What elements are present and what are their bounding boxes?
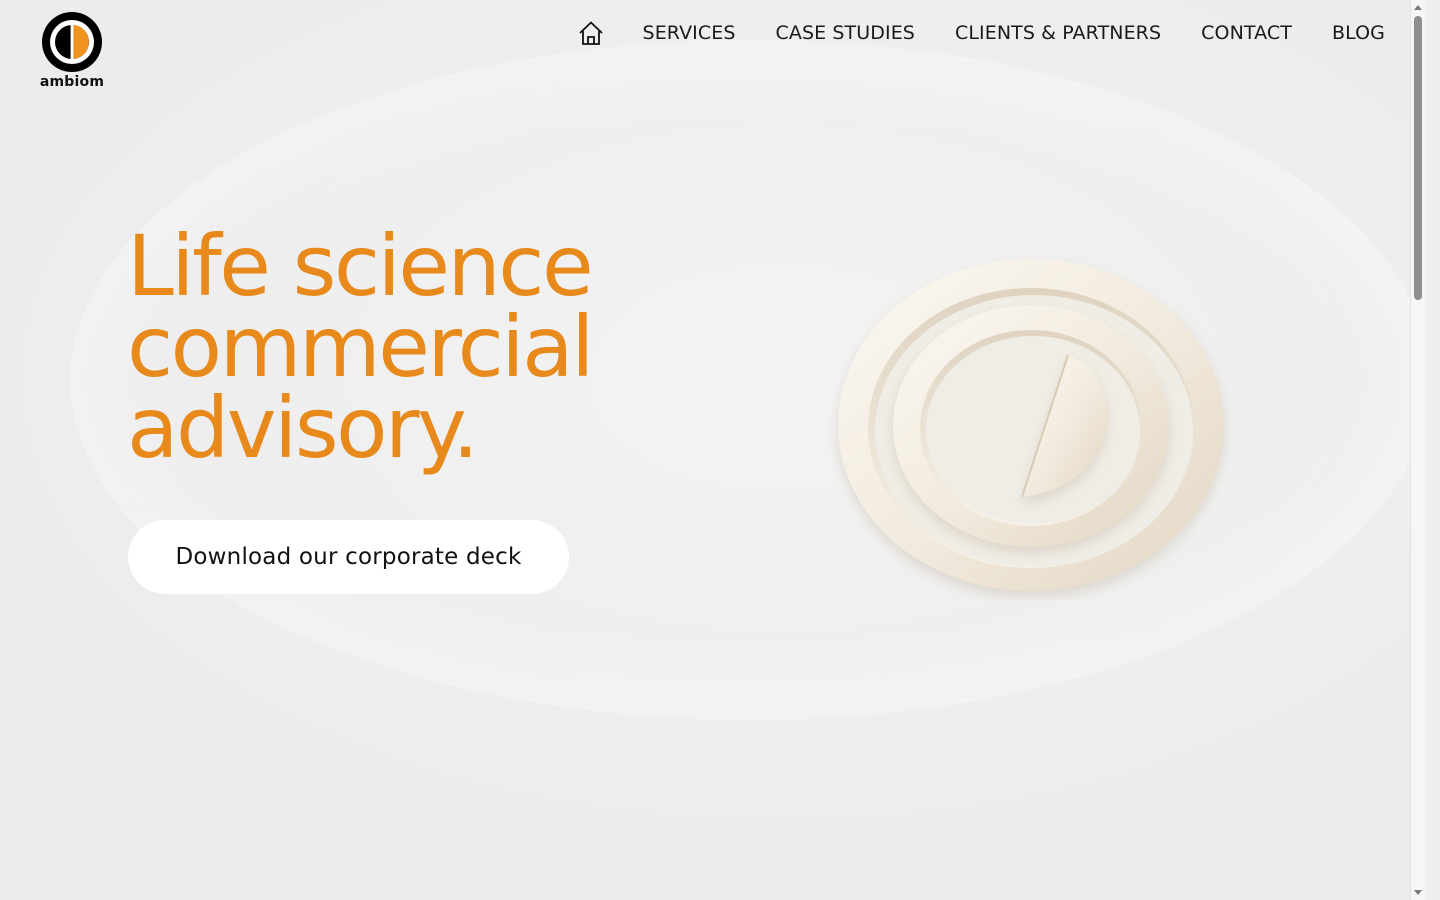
download-deck-button[interactable]: Download our corporate deck (128, 520, 569, 594)
home-icon (578, 21, 603, 45)
scroll-thumb[interactable] (1414, 16, 1422, 300)
hero-title: Life science commercial advisory. (127, 217, 594, 477)
nav-item-clients-partners[interactable]: CLIENTS & PARTNERS (955, 22, 1161, 44)
hero-title-line-1: Life science (127, 217, 594, 315)
embossed-ambiom-emblem (838, 259, 1224, 591)
scroll-down-icon[interactable] (1414, 890, 1422, 895)
nav-item-case-studies[interactable]: CASE STUDIES (776, 22, 915, 44)
nav-item-contact[interactable]: CONTACT (1201, 22, 1292, 44)
ambiom-logo[interactable]: ambiom (38, 10, 106, 90)
half-filled-circle-icon (42, 12, 102, 72)
hero-title-line-2: commercial (127, 298, 594, 396)
main-navigation: SERVICES CASE STUDIES CLIENTS & PARTNERS… (577, 19, 1385, 47)
nav-home-link[interactable] (577, 19, 605, 47)
scroll-up-icon[interactable] (1414, 5, 1422, 10)
vertical-scrollbar[interactable] (1410, 0, 1425, 900)
hero-title-line-3: advisory. (127, 379, 479, 477)
page: ambiom SERVICES CASE STUDIES CLIENTS & P… (0, 0, 1425, 900)
nav-item-blog[interactable]: BLOG (1332, 22, 1385, 44)
brand-name: ambiom (39, 74, 105, 90)
nav-item-services[interactable]: SERVICES (643, 22, 736, 44)
